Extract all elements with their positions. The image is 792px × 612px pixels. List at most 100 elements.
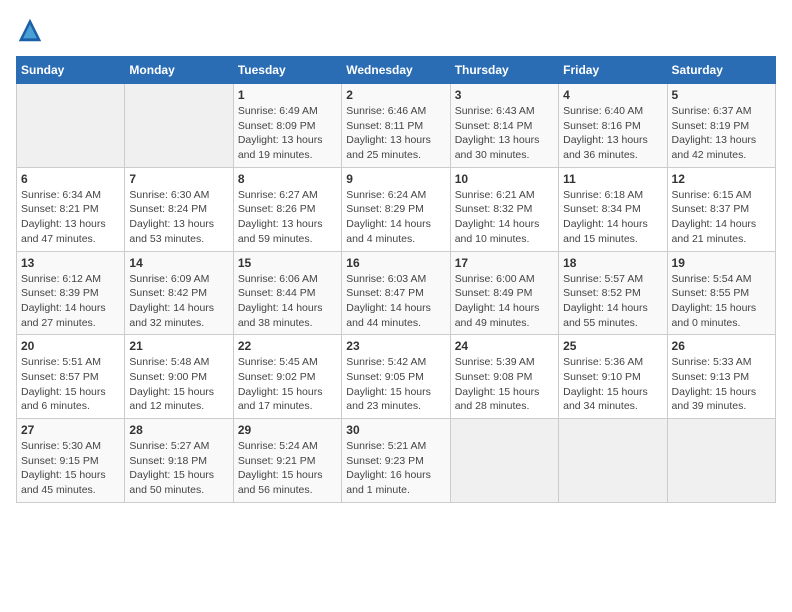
day-info: Sunrise: 6:34 AM Sunset: 8:21 PM Dayligh…	[21, 188, 120, 247]
day-number: 10	[455, 172, 554, 186]
calendar-cell: 11 Sunrise: 6:18 AM Sunset: 8:34 PM Dayli…	[559, 167, 667, 251]
day-info: Sunrise: 5:51 AM Sunset: 8:57 PM Dayligh…	[21, 355, 120, 414]
day-info: Sunrise: 5:57 AM Sunset: 8:52 PM Dayligh…	[563, 272, 662, 331]
day-number: 5	[672, 88, 771, 102]
weekday-header: Tuesday	[233, 57, 341, 84]
calendar-cell: 13 Sunrise: 6:12 AM Sunset: 8:39 PM Dayli…	[17, 251, 125, 335]
calendar-cell: 29 Sunrise: 5:24 AM Sunset: 9:21 PM Dayli…	[233, 419, 341, 503]
calendar-cell	[450, 419, 558, 503]
day-number: 29	[238, 423, 337, 437]
calendar-week-row: 6 Sunrise: 6:34 AM Sunset: 8:21 PM Daylig…	[17, 167, 776, 251]
day-number: 30	[346, 423, 445, 437]
calendar-cell: 2Sunrise: 6:46 AM Sunset: 8:11 PM Daylig…	[342, 84, 450, 168]
day-number: 25	[563, 339, 662, 353]
day-info: Sunrise: 5:45 AM Sunset: 9:02 PM Dayligh…	[238, 355, 337, 414]
day-info: Sunrise: 6:24 AM Sunset: 8:29 PM Dayligh…	[346, 188, 445, 247]
calendar-cell	[559, 419, 667, 503]
day-number: 28	[129, 423, 228, 437]
calendar-cell: 15 Sunrise: 6:06 AM Sunset: 8:44 PM Dayli…	[233, 251, 341, 335]
calendar-cell: 4 Sunrise: 6:40 AM Sunset: 8:16 PM Daylig…	[559, 84, 667, 168]
day-info: Sunrise: 5:54 AM Sunset: 8:55 PM Dayligh…	[672, 272, 771, 331]
calendar-cell: 8 Sunrise: 6:27 AM Sunset: 8:26 PM Daylig…	[233, 167, 341, 251]
calendar-cell: 21Sunrise: 5:48 AM Sunset: 9:00 PM Dayli…	[125, 335, 233, 419]
day-info: Sunrise: 6:15 AM Sunset: 8:37 PM Dayligh…	[672, 188, 771, 247]
day-number: 26	[672, 339, 771, 353]
calendar-table: SundayMondayTuesdayWednesdayThursdayFrid…	[16, 56, 776, 503]
calendar-cell: 25 Sunrise: 5:36 AM Sunset: 9:10 PM Dayli…	[559, 335, 667, 419]
day-info: Sunrise: 6:06 AM Sunset: 8:44 PM Dayligh…	[238, 272, 337, 331]
day-number: 20	[21, 339, 120, 353]
weekday-header: Saturday	[667, 57, 775, 84]
calendar-cell: 27Sunrise: 5:30 AM Sunset: 9:15 PM Dayli…	[17, 419, 125, 503]
day-number: 4	[563, 88, 662, 102]
calendar-cell: 26 Sunrise: 5:33 AM Sunset: 9:13 PM Dayli…	[667, 335, 775, 419]
day-info: Sunrise: 6:21 AM Sunset: 8:32 PM Dayligh…	[455, 188, 554, 247]
day-info: Sunrise: 6:00 AM Sunset: 8:49 PM Dayligh…	[455, 272, 554, 331]
day-info: Sunrise: 6:12 AM Sunset: 8:39 PM Dayligh…	[21, 272, 120, 331]
calendar-cell: 19 Sunrise: 5:54 AM Sunset: 8:55 PM Dayli…	[667, 251, 775, 335]
calendar-cell	[125, 84, 233, 168]
day-number: 11	[563, 172, 662, 186]
day-number: 9	[346, 172, 445, 186]
day-number: 7	[129, 172, 228, 186]
calendar-cell: 12Sunrise: 6:15 AM Sunset: 8:37 PM Dayli…	[667, 167, 775, 251]
day-info: Sunrise: 6:30 AM Sunset: 8:24 PM Dayligh…	[129, 188, 228, 247]
logo-icon	[16, 16, 44, 44]
calendar-cell: 23 Sunrise: 5:42 AM Sunset: 9:05 PM Dayli…	[342, 335, 450, 419]
weekday-header: Wednesday	[342, 57, 450, 84]
day-info: Sunrise: 6:43 AM Sunset: 8:14 PM Dayligh…	[455, 104, 554, 163]
logo	[16, 16, 48, 44]
day-number: 16	[346, 256, 445, 270]
weekday-header: Friday	[559, 57, 667, 84]
calendar-cell	[17, 84, 125, 168]
day-number: 8	[238, 172, 337, 186]
calendar-cell: 20 Sunrise: 5:51 AM Sunset: 8:57 PM Dayli…	[17, 335, 125, 419]
day-number: 17	[455, 256, 554, 270]
calendar-cell: 3 Sunrise: 6:43 AM Sunset: 8:14 PM Daylig…	[450, 84, 558, 168]
calendar-cell: 7 Sunrise: 6:30 AM Sunset: 8:24 PM Daylig…	[125, 167, 233, 251]
weekday-header: Thursday	[450, 57, 558, 84]
day-number: 13	[21, 256, 120, 270]
day-number: 19	[672, 256, 771, 270]
calendar-cell	[667, 419, 775, 503]
day-info: Sunrise: 6:27 AM Sunset: 8:26 PM Dayligh…	[238, 188, 337, 247]
day-number: 21	[129, 339, 228, 353]
day-info: Sunrise: 5:24 AM Sunset: 9:21 PM Dayligh…	[238, 439, 337, 498]
day-info: Sunrise: 6:40 AM Sunset: 8:16 PM Dayligh…	[563, 104, 662, 163]
calendar-cell: 6 Sunrise: 6:34 AM Sunset: 8:21 PM Daylig…	[17, 167, 125, 251]
day-info: Sunrise: 5:42 AM Sunset: 9:05 PM Dayligh…	[346, 355, 445, 414]
day-info: Sunrise: 6:03 AM Sunset: 8:47 PM Dayligh…	[346, 272, 445, 331]
calendar-cell: 22Sunrise: 5:45 AM Sunset: 9:02 PM Dayli…	[233, 335, 341, 419]
day-number: 27	[21, 423, 120, 437]
day-number: 3	[455, 88, 554, 102]
day-info: Sunrise: 6:09 AM Sunset: 8:42 PM Dayligh…	[129, 272, 228, 331]
calendar-week-row: 20 Sunrise: 5:51 AM Sunset: 8:57 PM Dayli…	[17, 335, 776, 419]
calendar-cell: 5 Sunrise: 6:37 AM Sunset: 8:19 PM Daylig…	[667, 84, 775, 168]
day-info: Sunrise: 6:49 AM Sunset: 8:09 PM Dayligh…	[238, 104, 337, 163]
weekday-header-row: SundayMondayTuesdayWednesdayThursdayFrid…	[17, 57, 776, 84]
day-number: 6	[21, 172, 120, 186]
day-number: 15	[238, 256, 337, 270]
calendar-cell: 1 Sunrise: 6:49 AM Sunset: 8:09 PM Daylig…	[233, 84, 341, 168]
calendar-week-row: 13 Sunrise: 6:12 AM Sunset: 8:39 PM Dayli…	[17, 251, 776, 335]
calendar-cell: 18 Sunrise: 5:57 AM Sunset: 8:52 PM Dayli…	[559, 251, 667, 335]
day-number: 1	[238, 88, 337, 102]
calendar-cell: 14Sunrise: 6:09 AM Sunset: 8:42 PM Dayli…	[125, 251, 233, 335]
day-info: Sunrise: 5:36 AM Sunset: 9:10 PM Dayligh…	[563, 355, 662, 414]
day-info: Sunrise: 5:39 AM Sunset: 9:08 PM Dayligh…	[455, 355, 554, 414]
calendar-week-row: 27Sunrise: 5:30 AM Sunset: 9:15 PM Dayli…	[17, 419, 776, 503]
calendar-cell: 9 Sunrise: 6:24 AM Sunset: 8:29 PM Daylig…	[342, 167, 450, 251]
calendar-week-row: 1 Sunrise: 6:49 AM Sunset: 8:09 PM Daylig…	[17, 84, 776, 168]
day-info: Sunrise: 5:33 AM Sunset: 9:13 PM Dayligh…	[672, 355, 771, 414]
day-number: 18	[563, 256, 662, 270]
weekday-header: Monday	[125, 57, 233, 84]
day-info: Sunrise: 6:37 AM Sunset: 8:19 PM Dayligh…	[672, 104, 771, 163]
day-number: 24	[455, 339, 554, 353]
page-header	[16, 16, 776, 44]
calendar-cell: 17 Sunrise: 6:00 AM Sunset: 8:49 PM Dayli…	[450, 251, 558, 335]
day-info: Sunrise: 6:46 AM Sunset: 8:11 PM Dayligh…	[346, 104, 445, 163]
day-number: 23	[346, 339, 445, 353]
day-info: Sunrise: 6:18 AM Sunset: 8:34 PM Dayligh…	[563, 188, 662, 247]
calendar-cell: 24 Sunrise: 5:39 AM Sunset: 9:08 PM Dayli…	[450, 335, 558, 419]
calendar-cell: 10 Sunrise: 6:21 AM Sunset: 8:32 PM Dayli…	[450, 167, 558, 251]
